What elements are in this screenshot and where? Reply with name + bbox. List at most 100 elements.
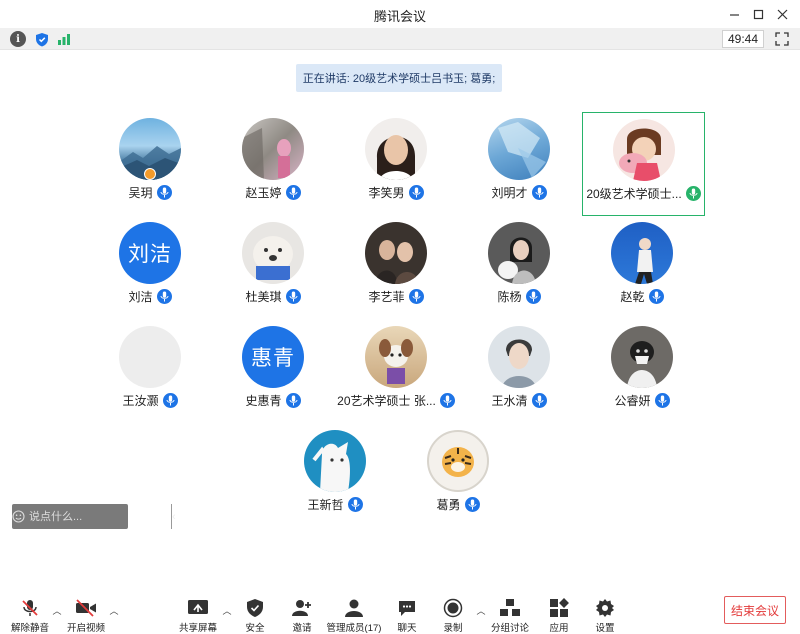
- participant-tile[interactable]: 陈杨: [459, 216, 579, 316]
- avatar: [488, 222, 550, 284]
- meeting-toolbar: 解除静音 ︿ 开启视频 ︿ 共享屏幕 ︿ 安全 邀请 管理成员(17) 聊天 录…: [0, 592, 800, 634]
- record-label: 录制: [443, 623, 463, 634]
- participant-name: 公睿妍: [614, 394, 651, 408]
- avatar: 惠青: [242, 326, 304, 388]
- chat-box: ‹: [12, 504, 176, 529]
- close-icon[interactable]: [770, 4, 794, 24]
- participant-name: 陈杨: [497, 290, 522, 304]
- share-screen-button[interactable]: 共享屏幕: [170, 598, 226, 634]
- participant-tile[interactable]: 李笑男: [336, 112, 456, 212]
- window-title: 腾讯会议: [373, 9, 426, 24]
- title-bar: 腾讯会议: [0, 0, 800, 28]
- apps-icon: [547, 598, 571, 618]
- unmute-label: 解除静音: [10, 623, 49, 634]
- participant-tile[interactable]: 20艺术学硕士 张...: [336, 320, 456, 420]
- breakout-rooms-button[interactable]: 分组讨论: [482, 598, 538, 634]
- shield-icon: [243, 598, 267, 618]
- participant-name: 20级艺术学硕士...: [586, 187, 682, 201]
- participant-tile-active-speaker[interactable]: 20级艺术学硕士...: [582, 112, 705, 216]
- participant-tile[interactable]: 刘洁 刘洁: [90, 216, 210, 316]
- minimize-icon[interactable]: [722, 4, 746, 24]
- participant-name: 李笑男: [368, 186, 405, 200]
- manage-members-button[interactable]: 管理成员(17): [326, 598, 382, 634]
- settings-label: 设置: [595, 623, 615, 634]
- microphone-icon: [648, 289, 664, 304]
- participant-name: 李艺菲: [368, 290, 405, 304]
- participant-tile[interactable]: 刘明才: [459, 112, 579, 212]
- participant-tile[interactable]: 吴玥: [90, 112, 210, 212]
- avatar: [611, 222, 673, 284]
- invite-label: 邀请: [292, 623, 312, 634]
- participant-tile[interactable]: 公睿妍: [582, 320, 702, 420]
- share-screen-label: 共享屏幕: [178, 623, 217, 634]
- info-icon[interactable]: i: [10, 31, 26, 47]
- avatar: [365, 118, 427, 180]
- breakout-label: 分组讨论: [490, 623, 529, 634]
- start-video-label: 开启视频: [66, 623, 105, 634]
- participant-tile[interactable]: 赵玉婷: [213, 112, 333, 212]
- record-button[interactable]: 录制: [425, 598, 481, 634]
- chat-label: 聊天: [397, 623, 417, 634]
- avatar: [427, 430, 489, 492]
- avatar: [365, 326, 427, 388]
- microphone-icon: [156, 289, 172, 304]
- avatar: [304, 430, 366, 492]
- microphone-icon: [464, 497, 480, 512]
- invite-button[interactable]: 邀请: [274, 598, 330, 634]
- microphone-icon: [531, 185, 547, 200]
- chevron-left-icon[interactable]: ‹: [171, 504, 176, 529]
- unmute-button[interactable]: 解除静音: [2, 598, 58, 634]
- avatar: 刘洁: [119, 222, 181, 284]
- participant-name: 吴玥: [128, 186, 153, 200]
- participant-tile[interactable]: 杜美琪: [213, 216, 333, 316]
- participant-name: 王水清: [491, 394, 528, 408]
- microphone-icon: [162, 393, 178, 408]
- avatar: [242, 222, 304, 284]
- microphone-icon: [654, 393, 670, 408]
- end-meeting-button[interactable]: 结束会议: [724, 596, 786, 624]
- participant-tile[interactable]: 王汝灏: [90, 320, 210, 420]
- start-video-button[interactable]: 开启视频: [58, 598, 114, 634]
- participant-name: 王汝灏: [122, 394, 159, 408]
- host-badge: [144, 168, 156, 180]
- participant-name: 20艺术学硕士 张...: [337, 394, 436, 408]
- breakout-icon: [498, 598, 522, 618]
- record-icon: [441, 598, 465, 618]
- participant-name: 史惠青: [245, 394, 282, 408]
- participant-tile[interactable]: 赵乾: [582, 216, 702, 316]
- fullscreen-icon[interactable]: [774, 31, 790, 47]
- participant-tile[interactable]: 李艺菲: [336, 216, 456, 316]
- microphone-icon: [525, 289, 541, 304]
- microphone-muted-icon: [18, 598, 42, 618]
- microphone-icon: [285, 185, 301, 200]
- avatar: [119, 326, 181, 388]
- microphone-icon: [408, 185, 424, 200]
- participant-tile[interactable]: 王水清: [459, 320, 579, 420]
- microphone-icon: [439, 393, 455, 408]
- microphone-speaking-icon: [685, 186, 701, 201]
- members-icon: [342, 598, 366, 618]
- shield-icon[interactable]: [34, 31, 50, 47]
- participant-name: 刘洁: [128, 290, 153, 304]
- apps-label: 应用: [549, 623, 569, 634]
- settings-button[interactable]: 设置: [577, 598, 633, 634]
- video-off-icon: [74, 598, 98, 618]
- maximize-icon[interactable]: [746, 4, 770, 24]
- participant-tile[interactable]: 惠青 史惠青: [213, 320, 333, 420]
- participant-tile[interactable]: 王新哲: [275, 424, 395, 524]
- microphone-icon: [531, 393, 547, 408]
- participant-tile[interactable]: 葛勇: [398, 424, 518, 524]
- chat-input[interactable]: [25, 504, 171, 529]
- signal-icon[interactable]: [56, 31, 72, 47]
- avatar: [365, 222, 427, 284]
- emoji-icon[interactable]: [12, 504, 25, 529]
- participant-name: 赵乾: [620, 290, 645, 304]
- meeting-timer: 49:44: [721, 30, 764, 48]
- microphone-icon: [156, 185, 172, 200]
- speaking-banner: 正在讲话: 20级艺术学硕士吕书玉; 葛勇;: [296, 64, 502, 92]
- avatar: [611, 326, 673, 388]
- microphone-icon: [285, 289, 301, 304]
- chevron-up-icon[interactable]: ︿: [109, 604, 119, 617]
- participant-name: 刘明才: [491, 186, 528, 200]
- status-bar: i 49:44: [0, 28, 800, 50]
